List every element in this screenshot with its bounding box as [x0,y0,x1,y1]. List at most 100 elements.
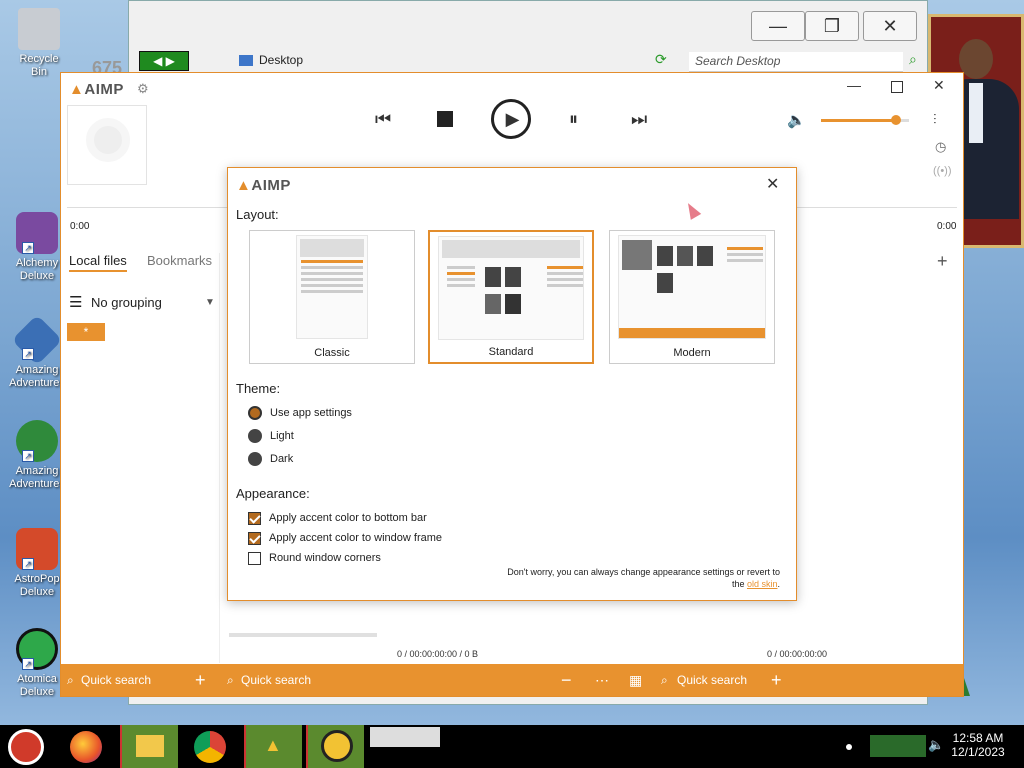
round-corners-checkbox[interactable]: Round window corners [248,550,381,568]
theme-app-settings-radio[interactable]: Use app settings [248,405,352,423]
chevron-down-icon[interactable]: ▼ [205,297,215,308]
volume-icon[interactable]: 🔈 [787,111,806,129]
radio-icon[interactable]: ((•)) [933,165,952,177]
start-button[interactable] [8,729,44,765]
alchemy-deluxe-label: Alchemy Deluxe [15,257,59,282]
clock-date: 12/1/2023 [951,745,1005,759]
aimp-taskbar-button[interactable] [306,725,364,768]
layout-classic-label: Classic [314,347,350,359]
accent-bottom-bar-label: Apply accent color to bottom bar [269,512,427,524]
alchemy-deluxe-icon[interactable]: ↗ Alchemy Deluxe [8,212,66,283]
add-icon-2[interactable]: + [771,664,782,696]
theme-dark-label: Dark [270,453,294,465]
maximize-button[interactable]: ❐ [805,11,859,41]
search-field[interactable]: Search Desktop [689,52,903,72]
dialog-close-icon[interactable]: ✕ [766,174,779,194]
close-icon[interactable]: ✕ [933,77,945,94]
album-art [67,105,147,185]
firefox-icon[interactable] [70,731,102,763]
recycle-bin-icon[interactable]: Recycle Bin [10,8,68,79]
notification-dot [846,744,852,750]
footer-text: Don't worry, you can always change appea… [507,567,780,577]
theme-light-label: Light [270,430,294,442]
astropop-deluxe-label: AstroPop Deluxe [14,573,60,598]
status-left: 0 / 00:00:00:00 / 0 B [397,649,479,659]
add-playlist-icon[interactable]: + [937,251,948,272]
amazing-adventures-icon[interactable]: ↗ Amazing Adventures [8,314,66,390]
layout-modern-label: Modern [673,347,711,359]
minimize-icon[interactable]: — [847,77,861,93]
quick-search-input-1[interactable]: Quick search [81,664,151,696]
tab-bookmarks[interactable]: Bookmarks [147,253,212,268]
amazing-adventures-2-icon[interactable]: ↗ Amazing Adventures [8,420,66,491]
search-icon[interactable]: ⌕ [909,51,917,68]
scrollbar[interactable] [229,633,377,637]
quick-search-input-3[interactable]: Quick search [677,664,747,696]
grouping-select[interactable]: No grouping [91,295,162,310]
hamburger-icon[interactable]: ☰ [69,293,82,311]
tray-area[interactable] [870,735,926,757]
theme-title: Theme: [236,381,281,396]
pause-icon[interactable]: ⏸ [569,109,578,130]
maximize-icon[interactable] [891,81,903,93]
minimize-button[interactable]: — [751,11,805,41]
panel-divider [219,253,220,663]
settings-gear-icon[interactable]: ⚙ [137,81,149,97]
accent-window-frame-label: Apply accent color to window frame [269,532,443,544]
taskbar-blank-button[interactable] [370,727,440,747]
group-tag[interactable]: * [67,323,105,341]
astropop-deluxe-icon[interactable]: ↗ AstroPop Deluxe [8,528,66,599]
quick-search-input-2[interactable]: Quick search [241,664,311,696]
radio-icon [248,429,262,444]
tab-local-files[interactable]: Local files [69,253,127,272]
taskbar: ▲ 🔈 12:58 AM 12/1/2023 [0,725,1024,768]
next-track-icon[interactable]: ⏭ [631,109,647,130]
atomica-deluxe-icon[interactable]: ↗ Atomica Deluxe [8,628,66,699]
grid-icon[interactable]: ▦ [629,664,642,696]
aimp-logo: ▲AIMP [69,81,124,98]
footer-end: . [777,579,780,589]
sleep-timer-icon[interactable]: ◷ [935,139,946,155]
christmas-tree-taskbar-button[interactable]: ▲ [244,725,302,768]
volume-slider[interactable] [821,115,909,125]
more-icon[interactable]: ⋯ [595,664,609,696]
layout-standard-card[interactable]: Standard [428,230,594,364]
stop-icon[interactable] [437,111,453,127]
theme-dark-radio[interactable]: Dark [248,451,293,469]
accent-window-frame-checkbox[interactable]: Apply accent color to window frame [248,530,442,548]
refresh-icon[interactable]: ⟳ [655,51,667,68]
checkbox-icon [248,551,261,565]
appearance-dialog: ▲AIMP ✕ Layout: Classic Standard Modern … [227,167,797,601]
radio-selected-icon [248,406,262,421]
address-text[interactable]: Desktop [259,53,303,67]
play-icon[interactable]: ▶ [491,99,531,139]
old-skin-link[interactable]: old skin [747,579,778,589]
volume-tray-icon[interactable]: 🔈 [928,737,944,753]
accent-bottom-bar-checkbox[interactable]: Apply accent color to bottom bar [248,510,427,528]
layout-standard-label: Standard [488,346,534,358]
add-icon[interactable]: + [195,664,206,696]
layout-modern-card[interactable]: Modern [609,230,775,364]
previous-track-icon[interactable]: ⏮ [375,109,391,130]
bottom-bar: ⌕ Quick search + ⌕ Quick search − ⋯ ▦ ⌕ … [61,664,963,696]
checkbox-checked-icon [248,531,261,545]
amazing-adventures-2-label: Amazing Adventures [9,465,65,490]
clock[interactable]: 12:58 AM 12/1/2023 [946,731,1010,759]
remove-icon[interactable]: − [561,664,572,696]
atomica-deluxe-label: Atomica Deluxe [17,673,57,698]
close-button[interactable]: ✕ [863,11,917,41]
chrome-icon[interactable] [194,731,226,763]
theme-light-radio[interactable]: Light [248,428,294,446]
back-forward-buttons[interactable]: ◀ ▶ [139,51,189,71]
equalizer-icon[interactable]: ⫶ [933,111,937,128]
search-icon: ⌕ [67,673,74,687]
file-explorer-taskbar-button[interactable] [120,725,178,768]
layout-classic-card[interactable]: Classic [249,230,415,364]
dialog-logo: ▲AIMP [236,177,291,194]
clock-time: 12:58 AM [952,731,1004,745]
amazing-adventures-label: Amazing Adventures [9,364,65,389]
layout-title: Layout: [236,207,279,222]
theme-app-settings-label: Use app settings [270,407,352,419]
time-total: 0:00 [937,221,957,232]
checkbox-checked-icon [248,511,261,525]
